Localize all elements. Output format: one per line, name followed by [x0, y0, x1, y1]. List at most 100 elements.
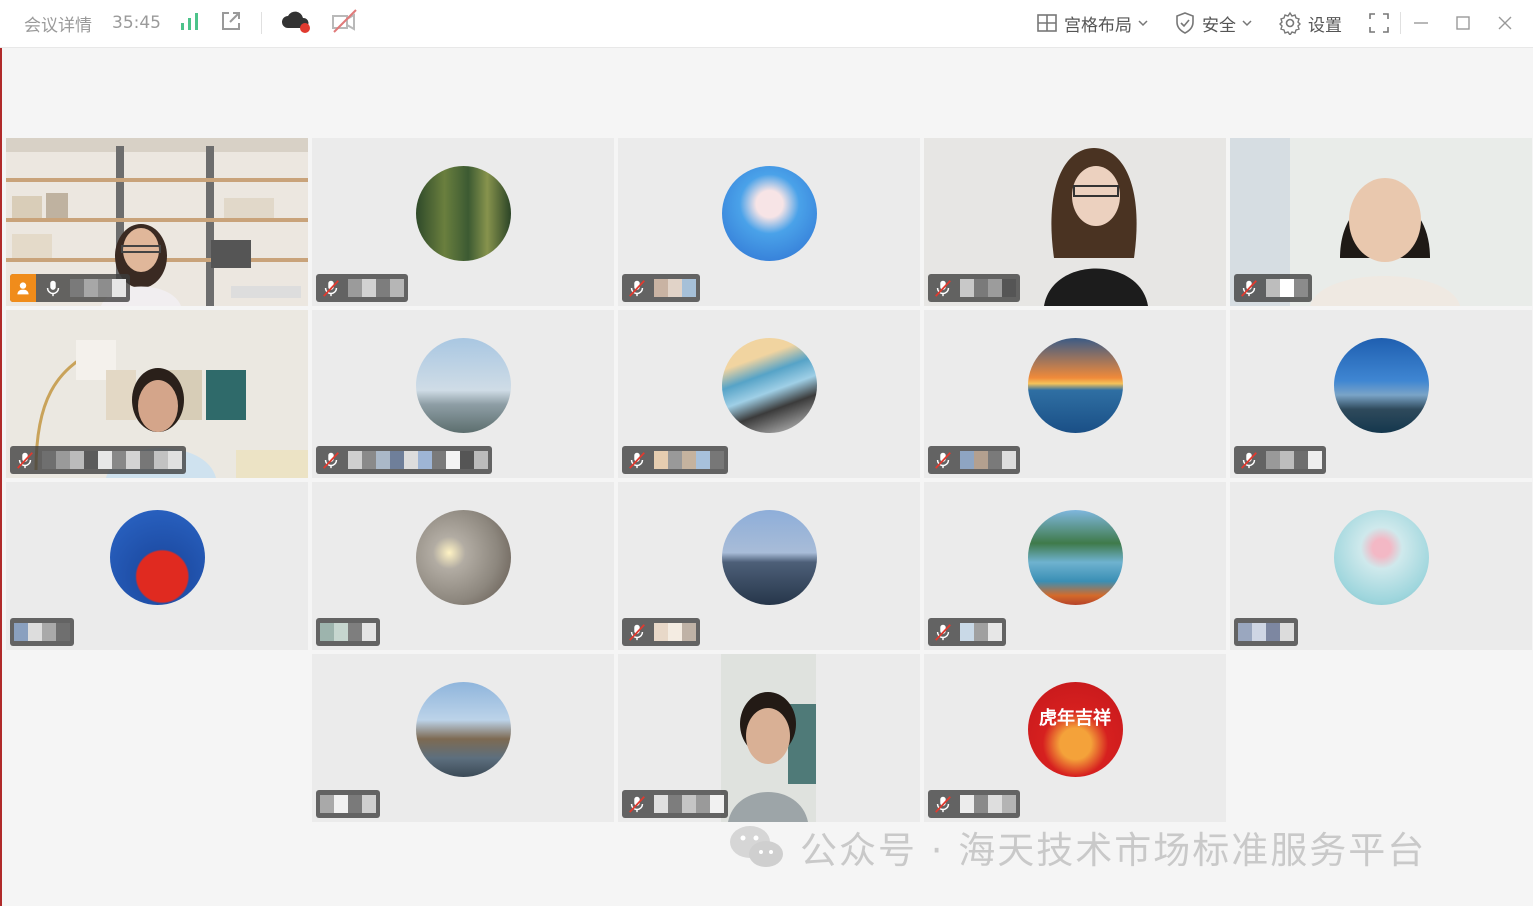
mic-on-icon — [42, 277, 64, 299]
participant-tile[interactable] — [1230, 482, 1532, 650]
participant-nameplate — [622, 790, 728, 818]
participant-tile[interactable] — [924, 138, 1226, 306]
participant-nameplate — [316, 274, 408, 302]
name-redacted — [42, 451, 182, 469]
car-avatar — [722, 338, 817, 433]
name-redacted — [654, 795, 724, 813]
mic-muted-icon — [626, 621, 648, 643]
city-skyline-avatar — [1334, 338, 1429, 433]
settings-button[interactable]: 设置 — [1278, 11, 1342, 36]
fullscreen-button[interactable] — [1368, 12, 1390, 34]
participant-tile[interactable] — [312, 138, 614, 306]
calm-sea-avatar — [722, 510, 817, 605]
participant-nameplate — [928, 618, 1006, 646]
anime-girl-avatar — [722, 166, 817, 261]
mic-muted-icon — [932, 793, 954, 815]
participant-nameplate — [316, 446, 492, 474]
participant-nameplate — [316, 790, 380, 818]
participant-tile[interactable] — [312, 482, 614, 650]
name-redacted — [960, 795, 1016, 813]
name-redacted — [654, 279, 696, 297]
window-edge-accent — [0, 48, 2, 906]
camera-muted-icon[interactable] — [330, 8, 360, 38]
name-redacted — [654, 623, 696, 641]
chevron-down-icon — [1138, 20, 1148, 27]
participant-nameplate — [622, 446, 728, 474]
name-redacted — [1266, 451, 1322, 469]
coast-avatar — [416, 338, 511, 433]
signal-strength-icon[interactable] — [179, 11, 201, 35]
china-flag-avatar — [110, 510, 205, 605]
mic-muted-icon — [320, 277, 342, 299]
participant-nameplate — [316, 618, 380, 646]
participant-tile-host[interactable] — [6, 138, 308, 306]
name-redacted — [348, 451, 488, 469]
participant-tile[interactable] — [924, 310, 1226, 478]
participant-tile[interactable] — [618, 654, 920, 822]
mic-muted-icon — [1238, 277, 1260, 299]
name-redacted — [960, 279, 1016, 297]
participant-nameplate — [928, 446, 1020, 474]
mic-muted-icon — [626, 277, 648, 299]
mic-muted-icon — [932, 449, 954, 471]
participant-tile[interactable] — [1230, 310, 1532, 478]
name-redacted — [654, 451, 724, 469]
participant-nameplate — [1234, 274, 1312, 302]
cloud-recording-icon[interactable] — [280, 8, 312, 38]
participant-tile[interactable]: 虎年吉祥 — [924, 654, 1226, 822]
mic-muted-icon — [626, 793, 648, 815]
name-redacted — [320, 795, 376, 813]
name-redacted — [348, 279, 404, 297]
mic-muted-icon — [1238, 449, 1260, 471]
participant-nameplate — [10, 618, 74, 646]
participant-nameplate — [10, 446, 186, 474]
name-redacted — [960, 623, 1002, 641]
participant-nameplate — [1234, 618, 1298, 646]
toolbar-divider — [1400, 12, 1401, 34]
participant-nameplate — [10, 274, 130, 302]
chevron-down-icon — [1242, 20, 1252, 27]
meeting-details-button[interactable]: 会议详情 — [24, 11, 92, 36]
mic-muted-icon — [626, 449, 648, 471]
participant-tile[interactable] — [312, 310, 614, 478]
security-label: 安全 — [1202, 15, 1236, 36]
flower-vase-avatar — [1334, 510, 1429, 605]
close-icon[interactable] — [1497, 15, 1513, 31]
watermark-text: 公众号 · 海天技术市场标准服务平台 — [800, 829, 1427, 872]
participant-tile[interactable] — [6, 482, 308, 650]
meeting-toolbar: 会议详情 35:45 宫格布局 安全 设置 — [0, 0, 1533, 48]
big-ben-avatar — [416, 682, 511, 777]
participant-nameplate — [928, 790, 1020, 818]
name-redacted — [960, 451, 1016, 469]
security-button[interactable]: 安全 — [1174, 11, 1252, 36]
wechat-icon — [730, 826, 783, 867]
participant-tile[interactable] — [618, 310, 920, 478]
fullscreen-icon — [1369, 13, 1389, 33]
participant-nameplate — [928, 274, 1020, 302]
shield-icon — [1176, 12, 1194, 34]
grid-layout-icon — [1037, 14, 1057, 32]
tiger-new-year-avatar: 虎年吉祥 — [1028, 682, 1123, 777]
maximize-icon[interactable] — [1455, 15, 1471, 31]
window-controls — [1413, 15, 1513, 31]
participant-tile[interactable] — [6, 310, 308, 478]
minimize-icon[interactable] — [1413, 15, 1429, 31]
participant-tile[interactable] — [924, 482, 1226, 650]
mic-muted-icon — [320, 449, 342, 471]
participant-nameplate — [622, 618, 700, 646]
pop-out-icon[interactable] — [219, 9, 243, 37]
svg-text:虎年吉祥: 虎年吉祥 — [1039, 707, 1111, 729]
grid-layout-button[interactable]: 宫格布局 — [1036, 11, 1148, 36]
participant-tile[interactable] — [1230, 138, 1532, 306]
lake-avatar — [1028, 510, 1123, 605]
participant-tile[interactable] — [618, 482, 920, 650]
grid-layout-label: 宫格布局 — [1064, 15, 1132, 36]
participant-tile[interactable] — [618, 138, 920, 306]
gear-icon — [1279, 11, 1301, 35]
name-redacted — [14, 623, 70, 641]
settings-label: 设置 — [1308, 15, 1342, 36]
mic-muted-icon — [932, 277, 954, 299]
participant-nameplate — [1234, 446, 1326, 474]
participant-tile[interactable] — [312, 654, 614, 822]
participant-nameplate — [622, 274, 700, 302]
